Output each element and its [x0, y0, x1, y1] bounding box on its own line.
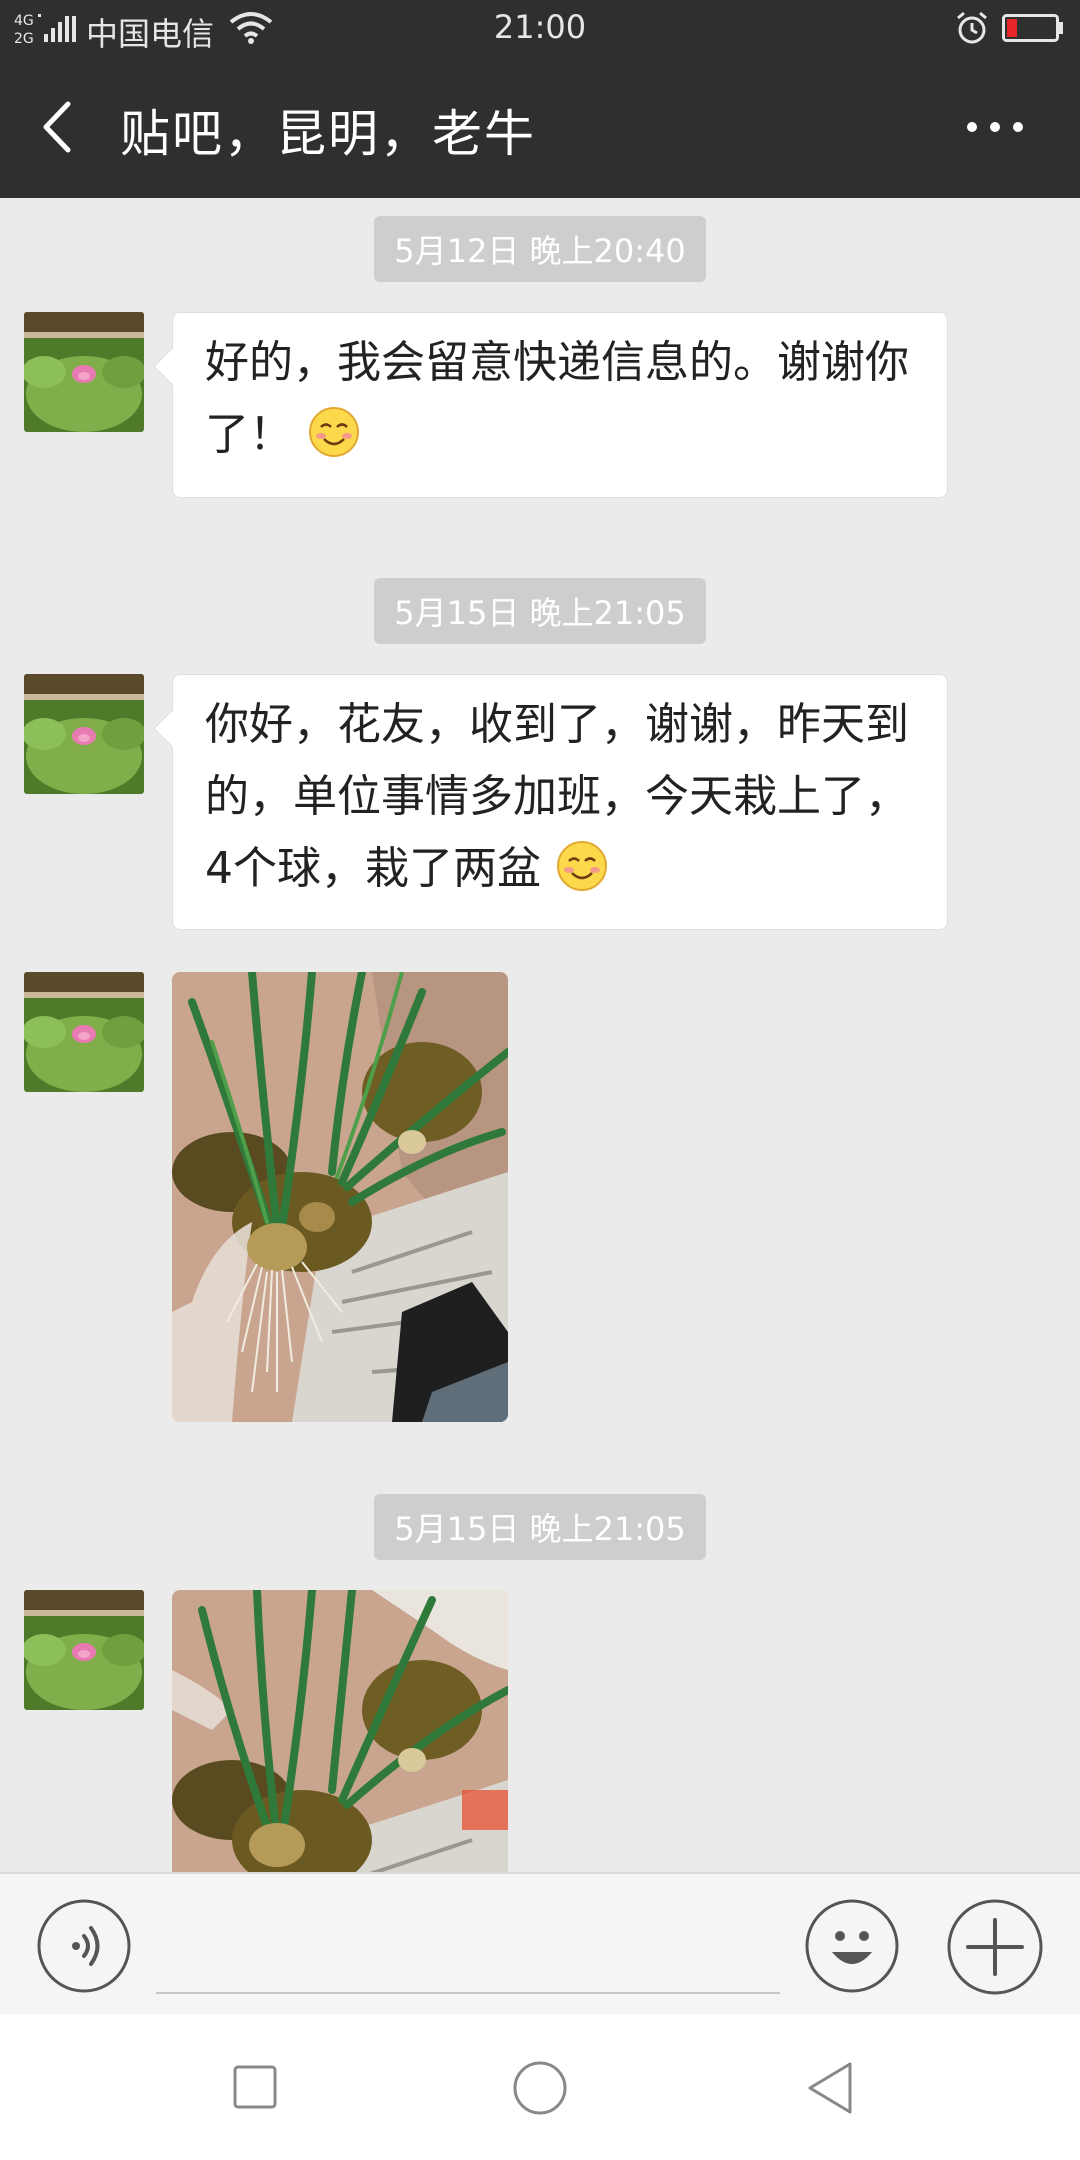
alarm-icon: [957, 11, 987, 44]
avatar[interactable]: [24, 674, 144, 794]
lotus-avatar-image: [24, 972, 144, 1092]
smiley-icon: [557, 841, 607, 891]
battery-icon: [1002, 14, 1063, 42]
recent-apps-icon[interactable]: [232, 2064, 278, 2110]
avatar[interactable]: [24, 312, 144, 432]
lotus-avatar-image: [24, 312, 144, 432]
avatar[interactable]: [24, 972, 144, 1092]
smiley-icon: [309, 407, 359, 457]
chat-header: 贴吧，昆明，老牛: [0, 56, 1080, 198]
chat-message-list[interactable]: 5月12日 晚上20:40 好的，我会留意快递信息的。谢谢你了！ 5月15日 晚…: [0, 198, 1080, 1872]
image-message[interactable]: [172, 1590, 508, 1872]
back-arrow-icon[interactable]: [30, 92, 86, 162]
emoji-icon[interactable]: [804, 1898, 900, 1994]
lotus-avatar-image: [24, 1590, 144, 1710]
lotus-avatar-image: [24, 674, 144, 794]
message-input-bar: [0, 1872, 1080, 2014]
chat-title: 贴吧，昆明，老牛: [120, 105, 536, 163]
voice-icon[interactable]: [36, 1898, 132, 1994]
message-timestamp: 5月15日 晚上21:05: [0, 578, 1080, 644]
status-bar: 4G 2G 中国电信 21:00: [0, 0, 1080, 56]
home-icon[interactable]: [512, 2060, 568, 2116]
system-navigation-bar: [0, 2014, 1080, 2160]
plant-bulbs-photo: [172, 1590, 508, 1872]
clock: 21:00: [493, 8, 587, 46]
more-options-icon[interactable]: [960, 92, 1030, 162]
back-icon[interactable]: [804, 2060, 854, 2116]
message-bubble[interactable]: 你好，花友，收到了，谢谢，昨天到的，单位事情多加班，今天栽上了，4个球，栽了两盆: [172, 674, 948, 930]
message-bubble[interactable]: 好的，我会留意快递信息的。谢谢你了！: [172, 312, 948, 498]
plant-bulbs-photo: [172, 972, 508, 1422]
timestamp-label: 5月12日 晚上20:40: [374, 216, 706, 282]
message-timestamp: 5月12日 晚上20:40: [0, 216, 1080, 282]
image-message[interactable]: [172, 972, 508, 1422]
timestamp-label: 5月15日 晚上21:05: [374, 1494, 706, 1560]
avatar[interactable]: [24, 1590, 144, 1710]
timestamp-label: 5月15日 晚上21:05: [374, 578, 706, 644]
message-text-input[interactable]: [156, 1914, 780, 1994]
message-timestamp: 5月15日 晚上21:05: [0, 1494, 1080, 1560]
plus-icon[interactable]: [946, 1898, 1044, 1996]
